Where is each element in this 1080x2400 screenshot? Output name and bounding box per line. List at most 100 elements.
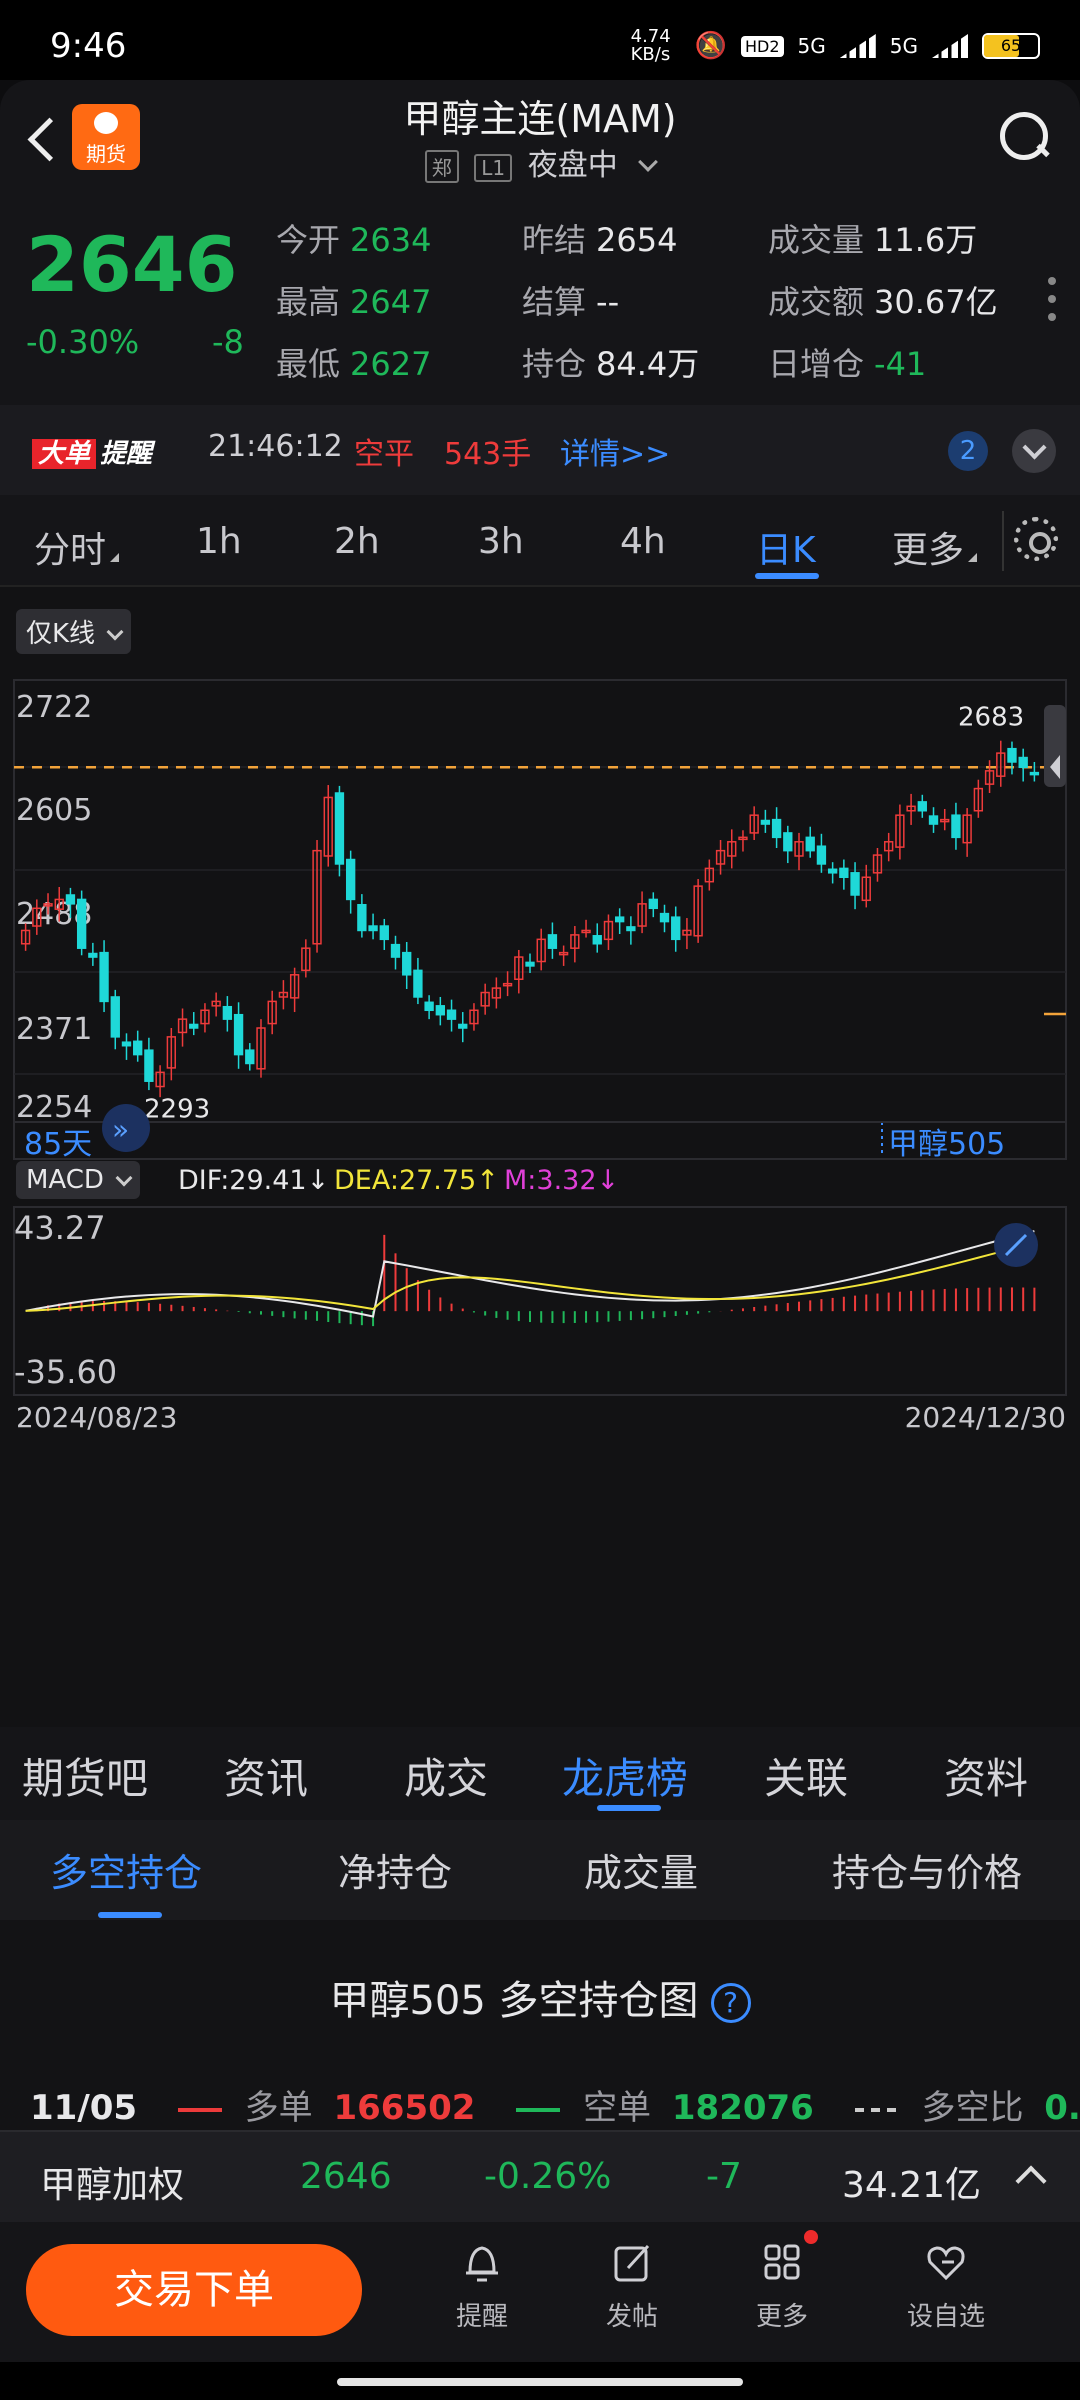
candle-body bbox=[525, 961, 535, 967]
candle-body bbox=[928, 815, 939, 825]
macd-bottom-value: -35.60 bbox=[14, 1353, 117, 1391]
long-label: 多单 bbox=[244, 2088, 313, 2128]
tab-news[interactable]: 资讯 bbox=[224, 1745, 308, 1806]
settle-label: 结算 bbox=[522, 283, 587, 321]
chevron-up-icon[interactable] bbox=[1015, 2165, 1047, 2197]
open-interest-cell: 持仓 84.4万 bbox=[522, 339, 699, 385]
candle-body bbox=[222, 1005, 233, 1020]
nav-post[interactable]: 发帖 bbox=[572, 2240, 692, 2333]
candle-body bbox=[648, 898, 658, 910]
candle-body bbox=[402, 951, 412, 976]
tab-profile[interactable]: 资料 bbox=[944, 1745, 1028, 1806]
high-value: 2647 bbox=[350, 283, 432, 321]
side-drawer-handle[interactable] bbox=[1044, 705, 1066, 787]
instrument-price: 2646 bbox=[300, 2156, 392, 2197]
high-cell: 最高 2647 bbox=[276, 277, 431, 323]
open-label: 今开 bbox=[276, 221, 341, 259]
brand-part-a: 大单 bbox=[32, 439, 97, 469]
subtab-indicator bbox=[98, 1912, 162, 1918]
subtab-net[interactable]: 净持仓 bbox=[338, 1842, 452, 1897]
candle-body bbox=[446, 1009, 457, 1020]
volume-cell: 成交量 11.6万 bbox=[768, 215, 977, 261]
y-tick-2371: 2371 bbox=[16, 1012, 92, 1047]
nav-more[interactable]: 更多 bbox=[722, 2230, 842, 2333]
candle-body bbox=[771, 818, 782, 839]
candle-body bbox=[424, 1001, 434, 1012]
open-interest-value: 84.4万 bbox=[596, 345, 700, 383]
daily-oi-value: -41 bbox=[874, 345, 927, 383]
settle-value: -- bbox=[596, 283, 620, 321]
high-annotation: 2683 bbox=[958, 703, 1024, 733]
alert-lots: 543手 bbox=[444, 437, 532, 472]
tab-2h[interactable]: 2h bbox=[334, 521, 380, 562]
big-order-alert[interactable]: 大单 提醒 21:46:12 空平 543手 详情>> 2 bbox=[0, 405, 1080, 495]
candle-body bbox=[357, 903, 367, 932]
tab-1h[interactable]: 1h bbox=[196, 521, 242, 562]
candle-body bbox=[334, 792, 345, 865]
last-price: 2646 bbox=[26, 220, 238, 309]
nav-watchlist[interactable]: 设自选 bbox=[886, 2240, 1006, 2333]
settings-gear-icon[interactable] bbox=[1014, 517, 1058, 561]
candle-body bbox=[839, 867, 849, 879]
indicator-dropdown[interactable]: MACD bbox=[16, 1161, 140, 1199]
candle-body bbox=[783, 832, 793, 852]
indicator-label: MACD bbox=[26, 1165, 104, 1195]
search-icon[interactable] bbox=[998, 110, 1050, 162]
subtab-long-short[interactable]: 多空持仓 bbox=[50, 1842, 202, 1897]
candle-body bbox=[245, 1049, 255, 1065]
tab-more[interactable]: 更多 bbox=[892, 521, 978, 573]
short-value: 182076 bbox=[671, 2088, 814, 2128]
chart-svg[interactable]: 2722 2605 2488 2371 2254 2683 2293 85天 甲… bbox=[0, 587, 1080, 1727]
positions-legend: 11/05 多单 166502 空单 182076 多空比 0.91 bbox=[30, 2080, 1080, 2129]
tab-related[interactable]: 关联 bbox=[764, 1745, 848, 1806]
candles-group bbox=[20, 740, 1040, 1098]
status-bar: 9:46 4.74 KB/s 🔕 HD2 5G 5G 65 bbox=[0, 0, 1080, 80]
low-cell: 最低 2627 bbox=[276, 339, 431, 385]
alert-count-badge: 2 bbox=[948, 431, 988, 471]
tab-daily-k[interactable]: 日K bbox=[756, 521, 816, 573]
instrument-turnover: 34.21亿 bbox=[842, 2165, 982, 2206]
turnover-value: 30.67亿 bbox=[874, 283, 998, 321]
tab-trades[interactable]: 成交 bbox=[404, 1745, 488, 1806]
candle-body bbox=[233, 1013, 244, 1056]
alert-time: 21:46:12 bbox=[208, 429, 343, 464]
tab-intraday[interactable]: 分时 bbox=[34, 521, 120, 573]
quote-panel: 2646 -0.30% -8 今开 2634 最高 2647 最低 2627 昨结 26… bbox=[0, 195, 1080, 405]
volume-label: 成交量 bbox=[768, 221, 865, 259]
open-cell: 今开 2634 bbox=[276, 215, 431, 261]
change-percent: -0.30% bbox=[26, 323, 140, 361]
candle-body bbox=[1007, 747, 1017, 763]
candle-body bbox=[435, 1005, 446, 1016]
expand-chevron-icon[interactable] bbox=[1012, 429, 1056, 473]
bottom-nav: 交易下单 提醒 发帖 更多 设自选 bbox=[0, 2222, 1080, 2362]
ratio-label: 多空比 bbox=[921, 2088, 1024, 2128]
nav-alert[interactable]: 提醒 bbox=[422, 2240, 542, 2333]
alert-details-link[interactable]: 详情>> bbox=[560, 429, 670, 473]
app-header: 期货 甲醇主连(MAM) 郑 L1 夜盘中 bbox=[0, 80, 1080, 195]
help-icon[interactable]: ? bbox=[710, 1983, 751, 2023]
tab-dragon-tiger[interactable]: 龙虎榜 bbox=[562, 1745, 688, 1806]
level-tag: L1 bbox=[474, 154, 513, 182]
battery-icon: 65 bbox=[982, 33, 1040, 59]
period-tabs: 分时 1h 2h 3h 4h 日K 更多 bbox=[0, 495, 1080, 587]
tab-active-indicator bbox=[597, 1805, 661, 1811]
brand-part-b: 提醒 bbox=[100, 439, 153, 469]
open-interest-label: 持仓 bbox=[522, 345, 587, 383]
battery-level: 65 bbox=[1000, 36, 1022, 55]
candle-body bbox=[76, 898, 87, 949]
tab-futures-forum[interactable]: 期货吧 bbox=[22, 1745, 148, 1806]
more-vertical-icon[interactable] bbox=[1048, 277, 1058, 331]
y-tick-2605: 2605 bbox=[16, 793, 92, 828]
tab-active-indicator bbox=[755, 573, 819, 579]
subtab-oi-price[interactable]: 持仓与价格 bbox=[832, 1842, 1022, 1897]
weighted-instrument-bar[interactable]: 甲醇加权 2646 -0.26% -7 34.21亿 bbox=[0, 2130, 1080, 2222]
trade-order-button[interactable]: 交易下单 bbox=[26, 2244, 362, 2336]
tab-4h[interactable]: 4h bbox=[620, 521, 666, 562]
candle-body bbox=[368, 925, 378, 932]
signal-icon bbox=[839, 34, 876, 58]
session-selector[interactable]: 郑 L1 夜盘中 bbox=[0, 140, 1080, 184]
subtab-volume[interactable]: 成交量 bbox=[584, 1842, 698, 1897]
y-tick-2254: 2254 bbox=[16, 1090, 92, 1125]
candle-body bbox=[413, 969, 423, 998]
tab-3h[interactable]: 3h bbox=[478, 521, 524, 562]
